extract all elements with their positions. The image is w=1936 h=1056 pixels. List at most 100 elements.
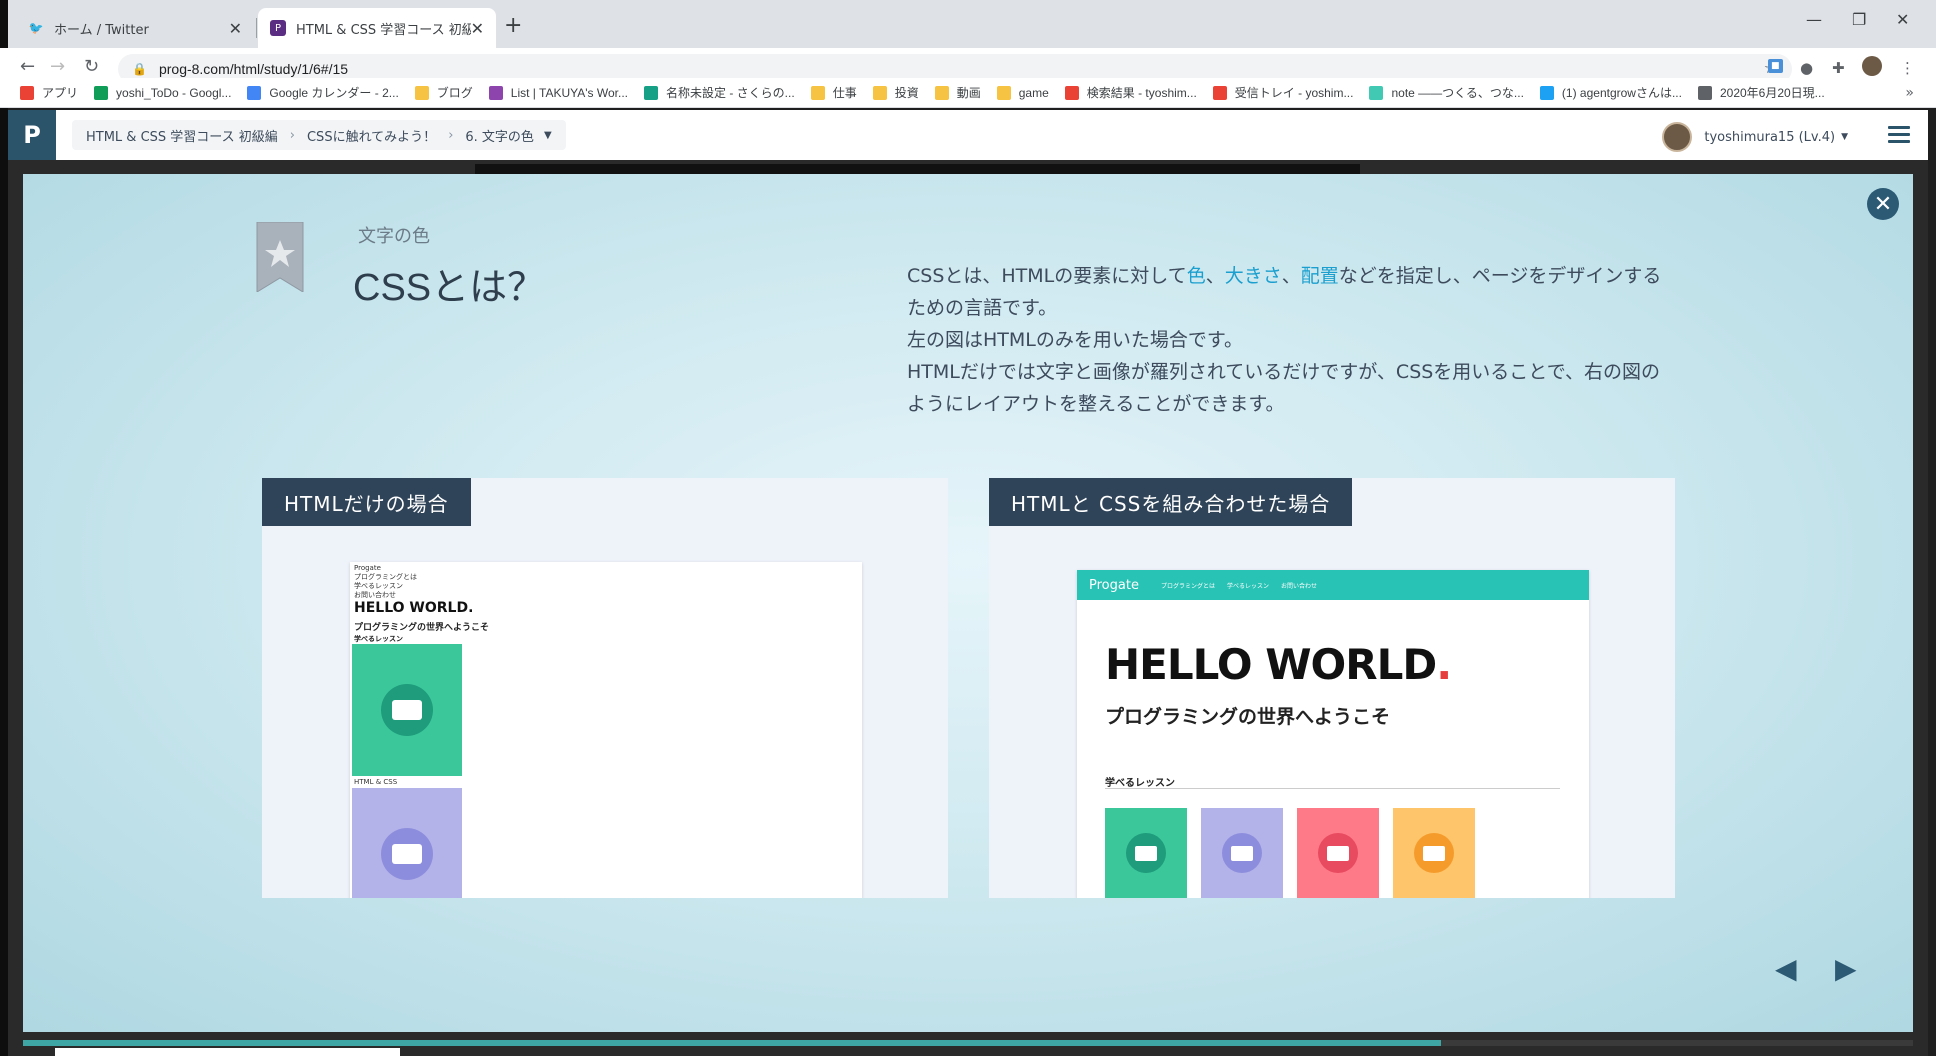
close-icon[interactable]: ✕ (471, 19, 484, 38)
preview-welcome: プログラミングの世界へようこそ (354, 623, 490, 633)
new-tab-button[interactable]: + (504, 13, 522, 38)
chevron-right-icon: › (289, 127, 295, 143)
lesson-card-swift (1393, 808, 1475, 898)
divider (1105, 788, 1560, 789)
site-header: Progate プログラミングとは 学べるレッスン お問い合わせ (1077, 570, 1589, 600)
bookmark-icon (1539, 85, 1554, 100)
bookmark-item[interactable]: 受信トレイ - yoshim... (1212, 84, 1353, 101)
bookmark-item[interactable]: 仕事 (810, 84, 857, 101)
bookmark-label: 検索結果 - tyoshim... (1086, 86, 1197, 100)
preview-learn: 学べるレッスン (1105, 778, 1175, 789)
restore-icon[interactable]: ❐ (1852, 10, 1866, 29)
bookmarks-overflow-icon[interactable]: » (1905, 85, 1914, 101)
lesson-card-php (1201, 808, 1283, 898)
breadcrumb-lesson[interactable]: 6. 文字の色 (465, 126, 534, 145)
panel-label: HTMLと CSSを組み合わせた場合 (989, 478, 1353, 526)
bookmark-icon (872, 85, 887, 100)
desc-text: HTMLだけでは文字と画像が羅列されているだけですが、CSSを用いることで、右の… (907, 361, 1660, 415)
tab-title: ホーム / Twitter (54, 22, 149, 38)
bookmark-item[interactable]: アプリ (20, 84, 78, 101)
progate-icon: P (270, 20, 286, 36)
bookmark-label: Google カレンダー - 2... (269, 86, 399, 100)
reload-icon[interactable]: ↻ (84, 56, 99, 77)
preview-welcome: プログラミングの世界へようこそ (1105, 706, 1391, 728)
bookmark-item[interactable]: 2020年6月20日現... (1697, 84, 1825, 101)
bookmark-item[interactable]: yoshi_ToDo - Googl... (94, 85, 231, 100)
bookmark-icon (414, 85, 429, 100)
bookmarks-bar: アプリ yoshi_ToDo - Googl... Google カレンダー - 2… (0, 78, 1936, 108)
tab-twitter[interactable]: 🐦 ホーム / Twitter ✕ (16, 8, 254, 48)
bookmark-ribbon-icon[interactable] (255, 222, 305, 292)
window-frame (0, 0, 8, 1056)
bookmark-item[interactable]: 投資 (872, 84, 919, 101)
extension-icon[interactable]: ■ (1768, 59, 1783, 73)
bookmark-item[interactable]: note ――つくる、つな... (1369, 84, 1524, 101)
bookmark-item[interactable]: List | TAKUYA's Wor... (488, 85, 629, 100)
bookmark-item[interactable]: (1) agentgrowさんは... (1539, 84, 1682, 101)
bookmark-icon (934, 85, 949, 100)
hamburger-menu-icon[interactable] (1888, 126, 1910, 144)
lesson-card-ruby (1297, 808, 1379, 898)
bookmark-label: game (1018, 85, 1049, 100)
highlight-size: 大きさ (1224, 265, 1282, 287)
bookmark-icon (644, 85, 659, 100)
menu-kebab-icon[interactable]: ⋮ (1900, 59, 1915, 77)
back-icon[interactable]: ← (20, 56, 35, 77)
avatar (1662, 122, 1693, 152)
slide-modal: ✕ 文字の色 CSSとは？ CSSとは、HTMLの要素に対して色、大きさ、配置な… (23, 174, 1913, 1032)
desc-text: 左の図はHTMLのみを用いた場合です。 (907, 329, 1243, 351)
breadcrumb-chapter[interactable]: CSSに触れてみよう！ (307, 126, 436, 145)
slide-description: CSSとは、HTMLの要素に対して色、大きさ、配置などを指定し、ページをデザイン… (907, 260, 1667, 420)
breadcrumb-course[interactable]: HTML & CSS 学習コース 初級編 (86, 126, 278, 145)
bookmark-label: 投資 (894, 86, 919, 100)
tab-progate[interactable]: P HTML & CSS 学習コース 初級編 | ... ✕ (258, 8, 496, 48)
bookmark-item[interactable]: 名称未設定 - さくらの... (644, 84, 795, 101)
url-text: prog-8.com/html/study/1/6#/15 (158, 61, 349, 77)
bookmark-item[interactable]: 検索結果 - tyoshim... (1064, 84, 1197, 101)
lesson-progress-bar (23, 1040, 1913, 1046)
hello-text: HELLO WORLD (1105, 640, 1437, 689)
site-nav-item: プログラミングとは (1160, 582, 1215, 590)
progress-fill (23, 1040, 1441, 1046)
bookmark-item[interactable]: Google カレンダー - 2... (247, 84, 399, 101)
window-close-icon[interactable]: ✕ (1896, 10, 1909, 29)
extensions-puzzle-icon[interactable]: ✚ (1832, 59, 1845, 77)
preview-line: お問い合わせ (354, 591, 396, 599)
bookmark-icon (1697, 85, 1712, 100)
preview-line: Progate (354, 564, 381, 572)
html-only-preview: Progate プログラミングとは 学べるレッスン お問い合わせ HELLO W… (350, 562, 862, 898)
lesson-image-html (352, 644, 462, 776)
bookmark-icon (1369, 85, 1384, 100)
bookmark-item[interactable]: game (996, 85, 1049, 100)
twitter-icon: 🐦 (28, 21, 44, 35)
forward-icon[interactable]: → (50, 56, 65, 77)
user-menu[interactable]: tyoshimura15 (Lv.4) ▼ (1662, 122, 1848, 152)
preview-caption: HTML & CSS (354, 778, 398, 786)
close-modal-button[interactable]: ✕ (1867, 188, 1899, 220)
desc-sep: 、 (1281, 265, 1301, 287)
bookmark-label: ブログ (436, 86, 473, 100)
slide-title: CSSとは？ (353, 267, 546, 309)
bookmark-label: 2020年6月20日現... (1719, 86, 1825, 100)
progate-logo[interactable]: P (8, 110, 56, 160)
caret-down-icon[interactable]: ▼ (544, 130, 552, 141)
close-icon[interactable]: ✕ (229, 19, 242, 38)
prev-slide-arrow-icon[interactable]: ◀ (1775, 952, 1797, 985)
bookmark-icon (488, 85, 503, 100)
bookmark-label: (1) agentgrowさんは... (1561, 86, 1682, 100)
extension-chat-icon[interactable]: ● (1800, 59, 1813, 77)
bookmark-icon (996, 85, 1011, 100)
bookmark-item[interactable]: 動画 (934, 84, 981, 101)
next-slide-arrow-icon[interactable]: ▶ (1835, 952, 1857, 985)
bookmark-item[interactable]: ブログ (414, 84, 473, 101)
html-only-panel: HTMLだけの場合 Progate プログラミングとは 学べるレッスン お問い合… (262, 478, 948, 898)
bookmark-label: 動画 (956, 86, 981, 100)
bookmark-label: 仕事 (832, 86, 857, 100)
breadcrumb: HTML & CSS 学習コース 初級編 › CSSに触れてみよう！ › 6. … (72, 120, 566, 150)
bookmark-label: List | TAKUYA's Wor... (510, 85, 629, 100)
username: tyoshimura15 (Lv.4) (1704, 129, 1836, 145)
profile-avatar[interactable] (1862, 56, 1882, 76)
minimize-icon[interactable]: — (1806, 10, 1822, 29)
preview-links: Progate プログラミングとは 学べるレッスン お問い合わせ (354, 564, 417, 600)
site-logo: Progate (1089, 577, 1139, 593)
